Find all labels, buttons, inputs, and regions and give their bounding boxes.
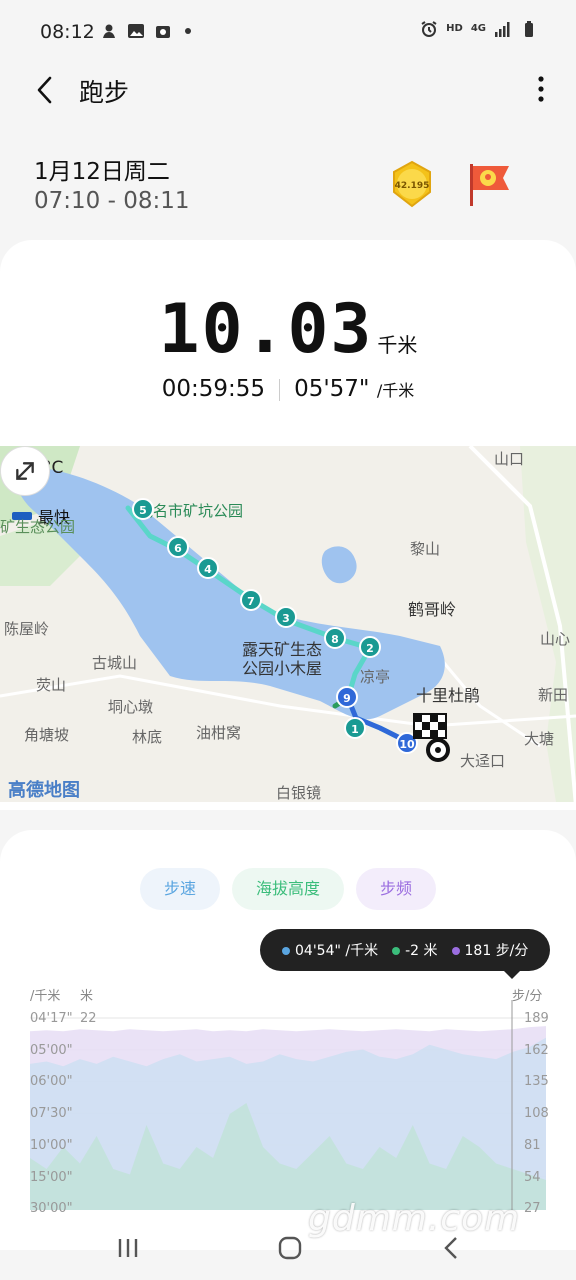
map-label-lindi: 林底 <box>132 728 163 746</box>
cadence-tick-label: 162 <box>524 1042 549 1058</box>
map-label-shankou: 山口 <box>494 450 525 468</box>
tab-altitude[interactable]: 海拔高度 <box>231 868 344 910</box>
nav-back-icon[interactable] <box>434 1230 470 1266</box>
tooltip-pace: 04'54" /千米 <box>282 940 378 960</box>
altitude-dot-icon <box>392 947 401 955</box>
metrics-chart[interactable] <box>0 1000 576 1214</box>
pace-tick-label: 05'00" <box>30 1042 73 1058</box>
workout-time-range: 07:10 - 08:11 <box>34 188 190 214</box>
pace-tick-label: 10'00" <box>30 1137 73 1153</box>
back-arrow-icon[interactable] <box>28 72 64 108</box>
pace-tick-label: 06'00" <box>30 1074 73 1090</box>
cadence-tick-label: 135 <box>524 1074 549 1090</box>
recent-apps-icon[interactable] <box>110 1230 146 1266</box>
km-marker-3[interactable]: 3 <box>275 606 297 628</box>
map-label-shilidujuan: 十里杜鹃 <box>416 686 481 705</box>
tooltip-altitude: -2 米 <box>392 940 438 960</box>
app-header: 跑步 <box>0 64 576 116</box>
cadence-tick-label: 81 <box>524 1137 541 1153</box>
gallery-icon <box>128 24 144 38</box>
km-marker-4[interactable]: 4 <box>197 557 219 579</box>
altitude-tick-label: 22 <box>80 1011 97 1026</box>
map-label-baiyinjing: 白银镜 <box>276 784 322 802</box>
route-flag-badge-icon[interactable] <box>466 160 516 210</box>
pace-unit: /千米 <box>376 381 415 400</box>
status-time: 08:12 <box>40 21 95 43</box>
more-options-icon[interactable] <box>536 74 546 104</box>
duration-value: 00:59:55 <box>161 376 266 402</box>
tab-pace[interactable]: 步速 <box>139 868 220 910</box>
stats-divider <box>279 378 281 401</box>
notification-app-icon <box>103 24 115 38</box>
amap-logo: 高德地图 <box>8 780 80 801</box>
finish-flag-icon <box>413 713 450 762</box>
pace-dot-icon <box>282 947 290 955</box>
map-label-park-left: 矿生态公园 <box>0 518 76 536</box>
pace-tick-label: 07'30" <box>30 1106 73 1122</box>
marathon-badge-icon[interactable]: 42.195 <box>388 160 436 210</box>
route-map[interactable]: 3.0°C 最快 茂名市矿坑公园 矿生态公园 黎山 鹤哥岭 陈屋岭 古城山 荧山… <box>0 446 576 802</box>
map-label-shanxin: 山心 <box>540 630 571 648</box>
cadence-tick-label: 108 <box>524 1106 549 1122</box>
network-type: 4G <box>470 23 486 34</box>
more-notifications-dot <box>185 28 191 34</box>
km-marker-5[interactable]: 5 <box>132 498 154 520</box>
cadence-dot-icon <box>451 947 460 955</box>
battery-icon <box>525 21 533 37</box>
chart-tooltip: 04'54" /千米 -2 米 181 步/分 <box>260 929 551 979</box>
km-marker-9[interactable]: 9 <box>336 686 358 708</box>
status-system-icons: HD 4G <box>420 20 538 38</box>
tooltip-pace-text: 04'54" /千米 <box>295 943 379 959</box>
tooltip-altitude-text: -2 米 <box>405 943 438 959</box>
page-title: 跑步 <box>79 78 130 107</box>
map-label-tongxinao: 垌心墩 <box>108 698 154 716</box>
km-marker-2[interactable]: 2 <box>359 636 381 658</box>
map-label-jiaotangpo: 角塘坡 <box>24 726 70 744</box>
map-label-guchengshan: 古城山 <box>92 654 138 672</box>
tooltip-cadence-text: 181 步/分 <box>464 943 529 959</box>
map-label-xintian: 新田 <box>538 686 569 704</box>
km-marker-8[interactable]: 8 <box>324 627 346 649</box>
distance-value: 10.03 <box>158 290 374 369</box>
expand-map-icon[interactable] <box>0 446 50 496</box>
workout-date: 1月12日周二 <box>34 159 170 185</box>
duration-pace-row: 00:59:55 05'57" /千米 <box>0 376 576 402</box>
map-label-heigeling: 鹤哥岭 <box>408 600 457 619</box>
cadence-tick-label: 189 <box>524 1011 549 1026</box>
hd-indicator: HD <box>446 23 463 34</box>
pace-tick-label: 04'17" <box>30 1011 73 1026</box>
map-label-datang: 大塘 <box>524 730 555 748</box>
map-label-yingshan: 荧山 <box>36 676 67 694</box>
km-marker-1[interactable]: 1 <box>344 717 366 739</box>
km-marker-7[interactable]: 7 <box>240 589 262 611</box>
notification-app2-icon <box>156 26 170 38</box>
chart-tabs: 步速 海拔高度 步频 <box>0 868 576 910</box>
map-label-chenwuling: 陈屋岭 <box>4 620 50 638</box>
alarm-icon <box>421 21 437 37</box>
cadence-tick-label: 54 <box>524 1169 541 1185</box>
map-label-liangting: 凉亭 <box>360 668 391 686</box>
marathon-badge-text: 42.195 <box>395 181 430 191</box>
home-icon[interactable] <box>272 1230 308 1266</box>
status-notification-icons <box>100 22 191 40</box>
tab-cadence[interactable]: 步频 <box>356 868 437 910</box>
signal-icon <box>495 22 510 37</box>
tooltip-cadence: 181 步/分 <box>451 940 529 960</box>
map-label-youganyao: 油柑窝 <box>196 724 242 742</box>
distance-unit: 千米 <box>377 333 418 357</box>
km-marker-6[interactable]: 6 <box>167 536 189 558</box>
map-label-cabin: 露天矿生态公园小木屋 <box>242 640 323 678</box>
pace-tick-label: 15'00" <box>30 1169 73 1185</box>
map-label-lishan: 黎山 <box>410 540 441 558</box>
system-nav-bar <box>0 1214 576 1280</box>
status-bar: 08:12 HD 4G <box>0 0 576 64</box>
map-label-dakuikou: 大迳口 <box>460 752 506 770</box>
pace-value: 05'57" <box>294 376 370 402</box>
distance-display: 10.03 千米 <box>0 290 576 369</box>
